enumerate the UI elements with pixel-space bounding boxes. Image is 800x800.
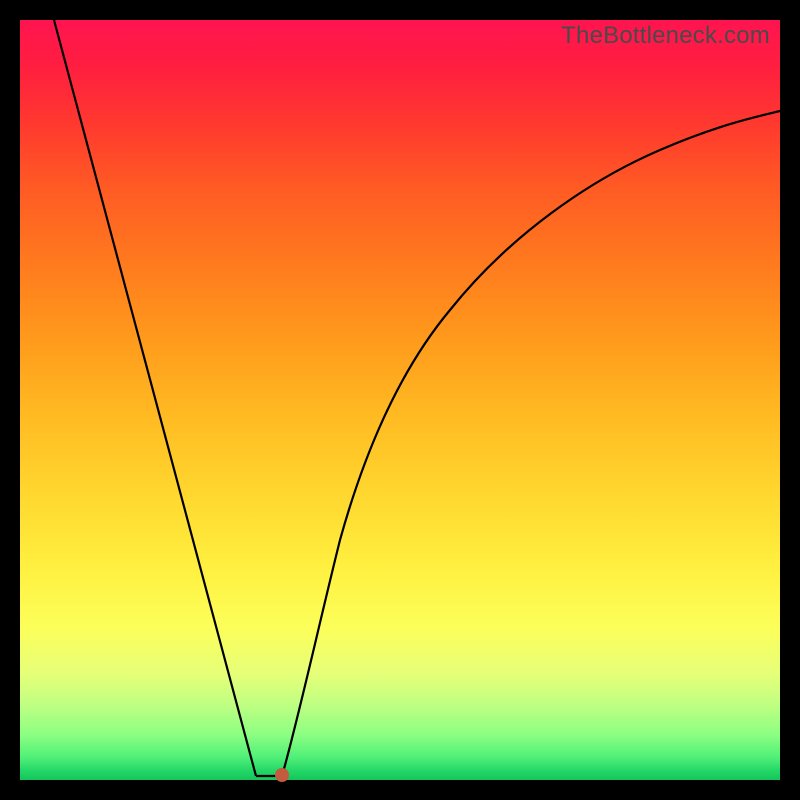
plot-area: TheBottleneck.com: [20, 20, 780, 780]
optimum-marker: [275, 768, 289, 782]
bottleneck-curve: [20, 20, 780, 780]
chart-frame: TheBottleneck.com: [0, 0, 800, 800]
curve-left-branch: [54, 20, 256, 776]
curve-right-branch: [282, 111, 780, 776]
